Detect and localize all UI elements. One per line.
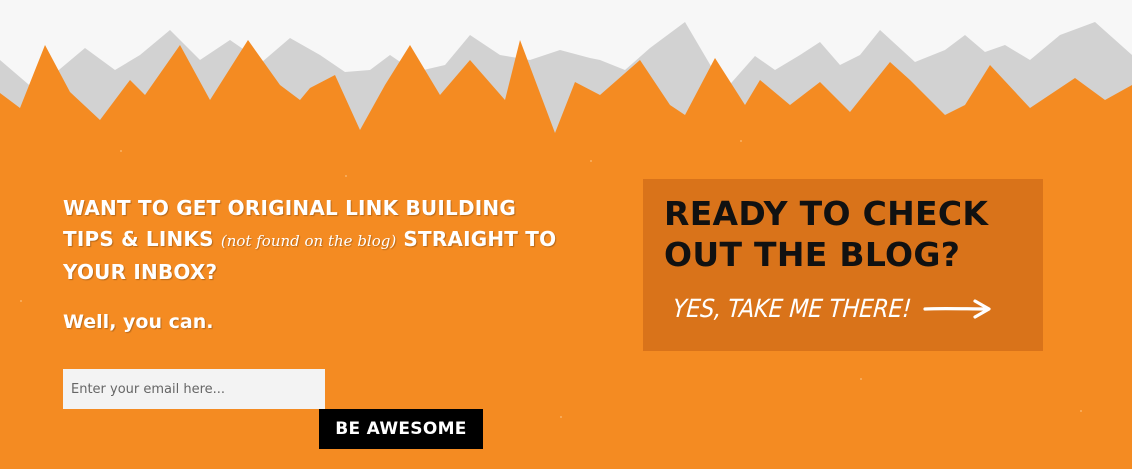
newsletter-headline: WANT TO GET ORIGINAL LINK BUILDING TIPS … <box>63 193 563 288</box>
texture-speck <box>345 175 347 177</box>
texture-speck <box>1080 410 1082 412</box>
headline-aside: (not found on the blog) <box>220 232 397 250</box>
email-input[interactable] <box>63 369 325 409</box>
texture-speck <box>590 160 592 162</box>
texture-speck <box>860 378 862 380</box>
texture-speck <box>120 150 122 152</box>
blog-cta-link[interactable]: YES, TAKE ME THERE! <box>671 294 993 323</box>
newsletter-section: WANT TO GET ORIGINAL LINK BUILDING TIPS … <box>63 193 563 288</box>
texture-speck <box>560 416 562 418</box>
blog-cta-link-label: YES, TAKE ME THERE! <box>671 294 913 323</box>
blog-cta-title: READY TO CHECK OUT THE BLOG? <box>664 194 989 274</box>
texture-speck <box>20 300 22 302</box>
newsletter-subline: Well, you can. <box>63 311 214 333</box>
blog-cta-box[interactable]: READY TO CHECK OUT THE BLOG? YES, TAKE M… <box>643 179 1043 351</box>
be-awesome-button[interactable]: BE AWESOME <box>319 409 483 449</box>
right-arrow-icon <box>923 298 991 319</box>
texture-speck <box>740 140 742 142</box>
